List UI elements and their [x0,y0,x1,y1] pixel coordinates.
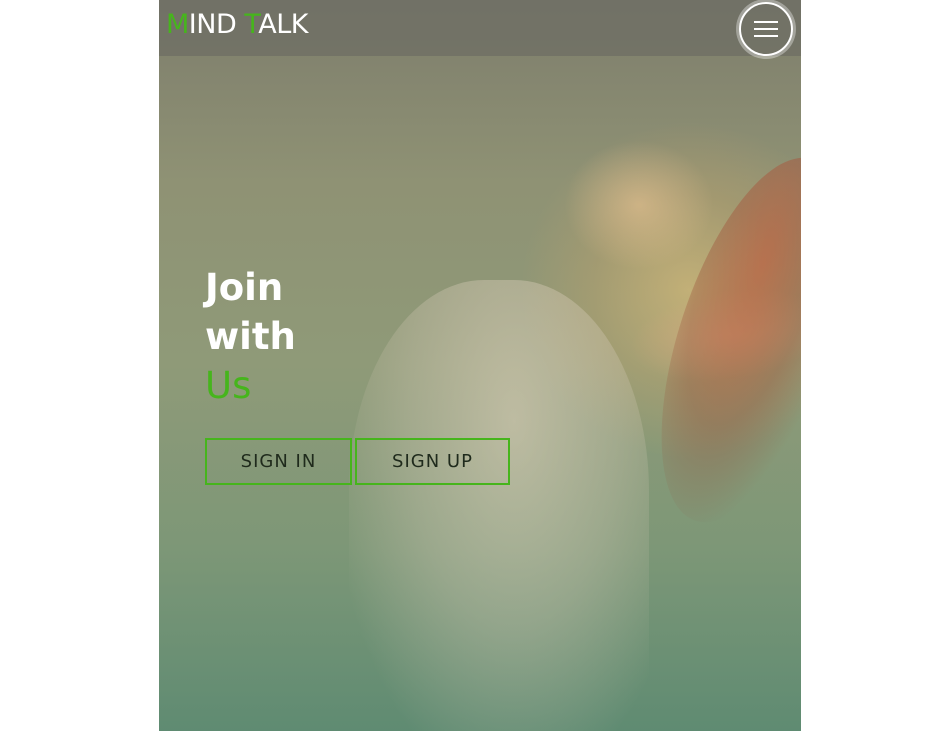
mobile-viewport: MIND TALK Join with Us SIGN IN SIGN UP [159,0,801,731]
headline-line-with: with [205,315,296,358]
menu-button[interactable] [739,2,793,56]
headline-accent-us: Us [205,364,252,407]
sign-in-button[interactable]: SIGN IN [205,438,352,485]
woman-dress-shape [349,280,649,731]
logo-initial-m: M [166,9,189,40]
hero-headline: Join with Us [205,263,296,410]
app-logo[interactable]: MIND TALK [166,9,308,40]
top-header-bar: MIND TALK [159,0,801,56]
logo-initial-t: T [244,9,259,40]
hamburger-menu-icon [754,21,778,37]
logo-word-alk: ALK [258,9,308,40]
woman-head-shape [564,140,714,270]
sign-up-button[interactable]: SIGN UP [355,438,510,485]
headline-line-join: Join [205,266,284,309]
logo-word-ind: IND [188,9,245,40]
